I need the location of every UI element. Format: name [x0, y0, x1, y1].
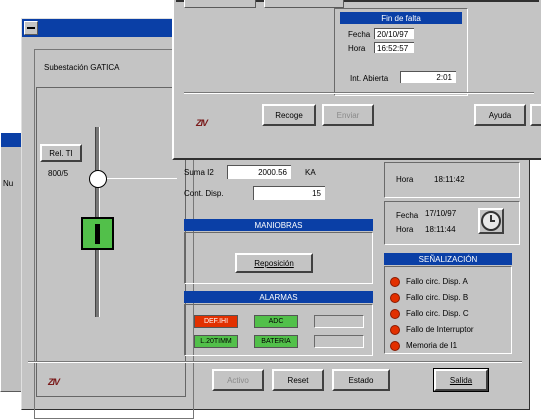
signal-led	[390, 309, 400, 319]
alarm-bateria: BATERIA	[254, 335, 298, 348]
reposicion-button[interactable]: Reposición	[235, 253, 313, 273]
fecha2-label: Fecha	[396, 211, 419, 220]
alarm-def-ihi: DEF.IHI	[194, 315, 238, 328]
dialog-top-button-left[interactable]	[184, 0, 256, 8]
fault-dialog: Fin de falta Fecha 20/10/97 Hora 16:52:5…	[172, 0, 541, 160]
signal-label: Fallo circ. Disp. B	[406, 293, 469, 302]
salida-button[interactable]: Salida	[433, 368, 489, 392]
recoge-button[interactable]: Recoge	[262, 104, 316, 126]
reset-button[interactable]: Reset	[272, 369, 324, 391]
hora-top-value: 18:11:42	[434, 175, 465, 184]
int-abierta-label: Int. Abierta	[350, 74, 389, 83]
fault-header: Fin de falta	[340, 12, 462, 24]
hora-label: Hora	[348, 44, 366, 53]
system-menu-button[interactable]	[24, 21, 38, 35]
cont-disp-label: Cont. Disp.	[184, 189, 224, 198]
activo-button[interactable]: Activo	[212, 369, 264, 391]
alarm-l20timm: L.20TIMM	[194, 335, 238, 348]
hora2-value: 18:11:44	[425, 225, 456, 234]
senalizacion-header: SEÑALIZACIÓN	[384, 253, 512, 265]
alarm-adc: ADC	[254, 315, 298, 328]
ziv-logo: ZIV	[48, 377, 60, 387]
dialog-top-button-right[interactable]	[264, 0, 344, 8]
signal-label: Fallo de Interruptor	[406, 325, 474, 334]
hora-top-label: Hora	[396, 175, 414, 184]
alarmas-panel	[184, 304, 373, 356]
subestacion-label: Subestación GATICA	[44, 63, 120, 72]
breaker-icon[interactable]	[81, 217, 114, 250]
signal-led	[390, 341, 400, 351]
signal-led	[390, 277, 400, 287]
maniobras-header: MANIOBRAS	[184, 219, 373, 231]
ziv-logo: ZIV	[196, 118, 208, 128]
clock-button[interactable]	[478, 208, 504, 234]
dialog-divider	[184, 92, 534, 94]
signal-label: Fallo circ. Disp. A	[406, 277, 468, 286]
bottom-divider	[28, 361, 522, 363]
sumat-unit: KA	[305, 168, 316, 177]
enviar-button[interactable]: Enviar	[322, 104, 374, 126]
signal-label: Memoria de I1	[406, 341, 458, 350]
alarm-slot-empty-1	[314, 315, 364, 328]
ratio-text: 800/5	[48, 169, 69, 178]
alarmas-header: ALARMAS	[184, 291, 373, 303]
sumat-label: Suma I2	[184, 168, 214, 177]
hora2-label: Hora	[396, 225, 414, 234]
ayuda-button[interactable]: Ayuda	[474, 104, 526, 126]
clock-icon	[481, 211, 501, 231]
fecha2-value: 17/10/97	[425, 209, 457, 218]
rel-ti-button[interactable]: Rel. TI	[40, 144, 82, 162]
hora-field: 16:52:57	[374, 42, 414, 53]
fecha-field: 20/10/97	[374, 28, 414, 39]
cont-disp-field: 15	[253, 186, 325, 200]
breaker-closed-bar	[95, 223, 100, 244]
signal-label: Fallo circ. Disp. C	[406, 309, 469, 318]
fecha-label: Fecha	[348, 30, 371, 39]
ct-connector-line	[107, 178, 177, 179]
signal-led	[390, 325, 400, 335]
estado-button[interactable]: Estado	[332, 369, 390, 391]
current-transformer-icon[interactable]	[89, 170, 107, 188]
minus-icon	[27, 27, 35, 29]
int-abierta-field: 2:01	[400, 71, 456, 83]
sumat-field: 2000.56	[227, 165, 291, 179]
signal-led	[390, 293, 400, 303]
alarm-slot-empty-2	[314, 335, 364, 348]
back-window-side-label: Nu	[3, 179, 14, 188]
dialog-extra-button[interactable]	[530, 104, 541, 126]
